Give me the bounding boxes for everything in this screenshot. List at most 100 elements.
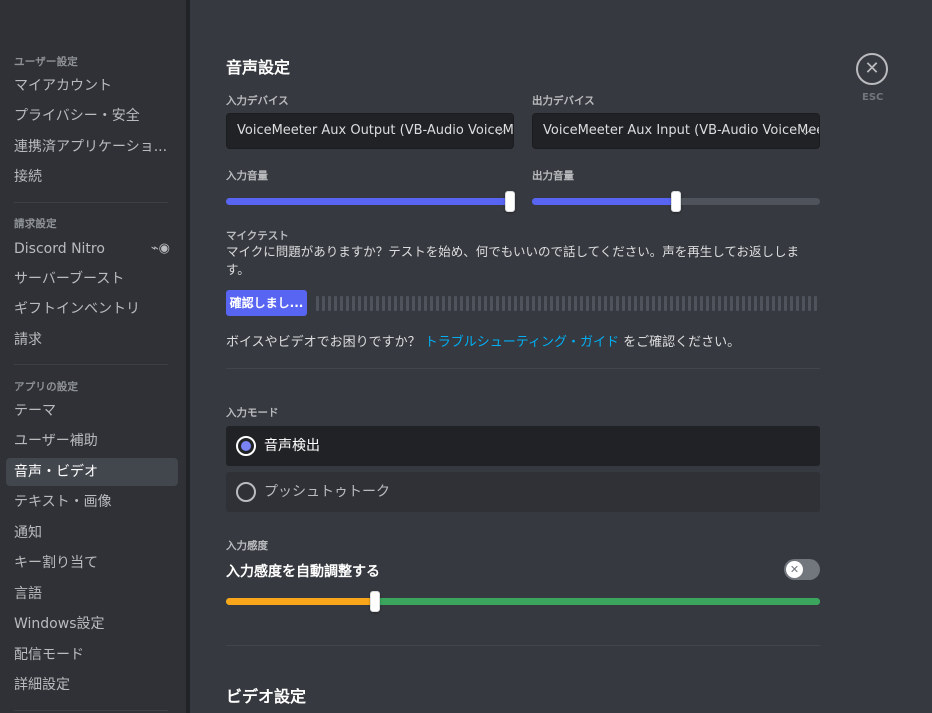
meter-bar [544, 296, 547, 311]
meter-bar [394, 296, 397, 311]
input-volume-label: 入力音量 [226, 170, 268, 182]
meter-bar [604, 296, 607, 311]
voice-settings-title: 音声設定 [226, 58, 291, 77]
meter-bar [568, 296, 571, 311]
sidebar-divider [14, 364, 168, 365]
meter-bar [730, 296, 733, 311]
section-divider [226, 368, 820, 369]
meter-bar [532, 296, 535, 311]
meter-bar [418, 296, 421, 311]
video-settings-title: ビデオ設定 [226, 687, 307, 706]
sidebar-item-privacy-safety[interactable]: プライバシー・安全 [6, 102, 178, 130]
meter-bar [742, 296, 745, 311]
input-mode-option-label: プッシュトゥトーク [264, 484, 390, 500]
sidebar-item-server-boost[interactable]: サーバーブースト [6, 265, 178, 293]
meter-bar [340, 296, 343, 311]
meter-bar [448, 296, 451, 311]
auto-sensitivity-label: 入力感度を自動調整する [226, 564, 380, 580]
meter-bar [640, 296, 643, 311]
output-volume-grabber[interactable] [671, 191, 681, 212]
input-sensitivity-slider[interactable] [226, 598, 820, 605]
troubleshooting-guide-link[interactable]: トラブルシューティング・ガイド [425, 335, 619, 350]
input-mode-option-label: 音声検出 [264, 438, 320, 454]
input-volume-slider[interactable] [226, 191, 515, 212]
meter-bar [766, 296, 769, 311]
meter-bar [700, 296, 703, 311]
esc-label: ESC [862, 92, 884, 103]
sidebar-item-discord-nitro[interactable]: Discord Nitro ⌁◉ [6, 235, 178, 263]
troubleshooting-help-text: ボイスやビデオでお困りですか？ トラブルシューティング・ガイド をご確認ください… [226, 331, 740, 350]
meter-bar [682, 296, 685, 311]
sidebar-item-authorized-apps[interactable]: 連携済アプリケーショ... [6, 133, 178, 161]
input-device-value: VoiceMeeter Aux Output (VB-Audio VoiceMe… [237, 123, 514, 138]
meter-bar [580, 296, 583, 311]
close-button[interactable]: ✕ [856, 53, 888, 85]
help-prefix: ボイスやビデオでお困りですか？ [226, 335, 421, 350]
meter-bar [550, 296, 553, 311]
meter-bar [778, 296, 781, 311]
meter-bar [460, 296, 463, 311]
meter-bar [646, 296, 649, 311]
input-sensitivity-label: 入力感度 [226, 540, 268, 552]
mic-test-label: マイクテスト [226, 230, 289, 242]
meter-bar [670, 296, 673, 311]
meter-bar [628, 296, 631, 311]
meter-bar [478, 296, 481, 311]
output-volume-slider[interactable] [532, 191, 820, 212]
sidebar-item-notifications[interactable]: 通知 [6, 519, 178, 547]
input-volume-grabber[interactable] [505, 191, 515, 212]
sidebar-item-windows-settings[interactable]: Windows設定 [6, 610, 178, 638]
meter-bar [316, 296, 319, 311]
input-volume-fill [226, 198, 510, 205]
meter-bar [574, 296, 577, 311]
meter-bar [748, 296, 751, 311]
nitro-icon: ⌁◉ [150, 241, 170, 256]
sidebar-item-keybinds[interactable]: キー割り当て [6, 549, 178, 577]
meter-bar [556, 296, 559, 311]
meter-bar [616, 296, 619, 311]
sidebar-item-text-images[interactable]: テキスト・画像 [6, 488, 178, 516]
sidebar-item-gift-inventory[interactable]: ギフトインベントリ [6, 295, 178, 323]
input-mode-voice-activity[interactable]: 音声検出 [226, 426, 820, 466]
meter-bar [400, 296, 403, 311]
toggle-off-icon: ✕ [786, 561, 803, 578]
meter-bar [472, 296, 475, 311]
meter-bar [610, 296, 613, 311]
sidebar-item-my-account[interactable]: マイアカウント [6, 72, 178, 100]
meter-bar [496, 296, 499, 311]
meter-bar [724, 296, 727, 311]
input-mode-push-to-talk[interactable]: プッシュトゥトーク [226, 472, 820, 512]
sidebar-item-advanced[interactable]: 詳細設定 [6, 671, 178, 699]
meter-bar [484, 296, 487, 311]
meter-bar [676, 296, 679, 311]
sidebar-item-connections[interactable]: 接続 [6, 163, 178, 191]
meter-bar [430, 296, 433, 311]
input-device-select[interactable]: VoiceMeeter Aux Output (VB-Audio VoiceMe… [226, 113, 514, 149]
sidebar-item-voice-video[interactable]: 音声・ビデオ [6, 458, 178, 486]
input-sensitivity-grabber[interactable] [369, 591, 380, 612]
meter-bar [382, 296, 385, 311]
sensitivity-below-threshold [226, 598, 375, 605]
chevron-down-icon: ⌵ [494, 124, 504, 138]
meter-bar [802, 296, 805, 311]
sidebar-item-accessibility[interactable]: ユーザー補助 [6, 427, 178, 455]
section-divider [226, 645, 820, 646]
sidebar-item-streamer-mode[interactable]: 配信モード [6, 641, 178, 669]
output-device-select[interactable]: VoiceMeeter Aux Input (VB-Audio VoiceMee… [532, 113, 820, 149]
meter-bar [466, 296, 469, 311]
meter-bar [364, 296, 367, 311]
meter-bar [538, 296, 541, 311]
sidebar-item-language[interactable]: 言語 [6, 580, 178, 608]
meter-bar [376, 296, 379, 311]
mic-test-button[interactable]: 確認しまし... [226, 290, 307, 316]
output-volume-fill [532, 198, 676, 205]
sidebar-item-billing[interactable]: 請求 [6, 326, 178, 354]
sidebar-item-theme[interactable]: テーマ [6, 397, 178, 425]
sidebar-divider [14, 710, 168, 711]
input-mode-label: 入力モード [226, 407, 279, 419]
meter-bar [664, 296, 667, 311]
meter-bar [754, 296, 757, 311]
meter-bar [688, 296, 691, 311]
output-volume-label: 出力音量 [532, 170, 574, 182]
auto-sensitivity-toggle[interactable]: ✕ [784, 559, 820, 580]
